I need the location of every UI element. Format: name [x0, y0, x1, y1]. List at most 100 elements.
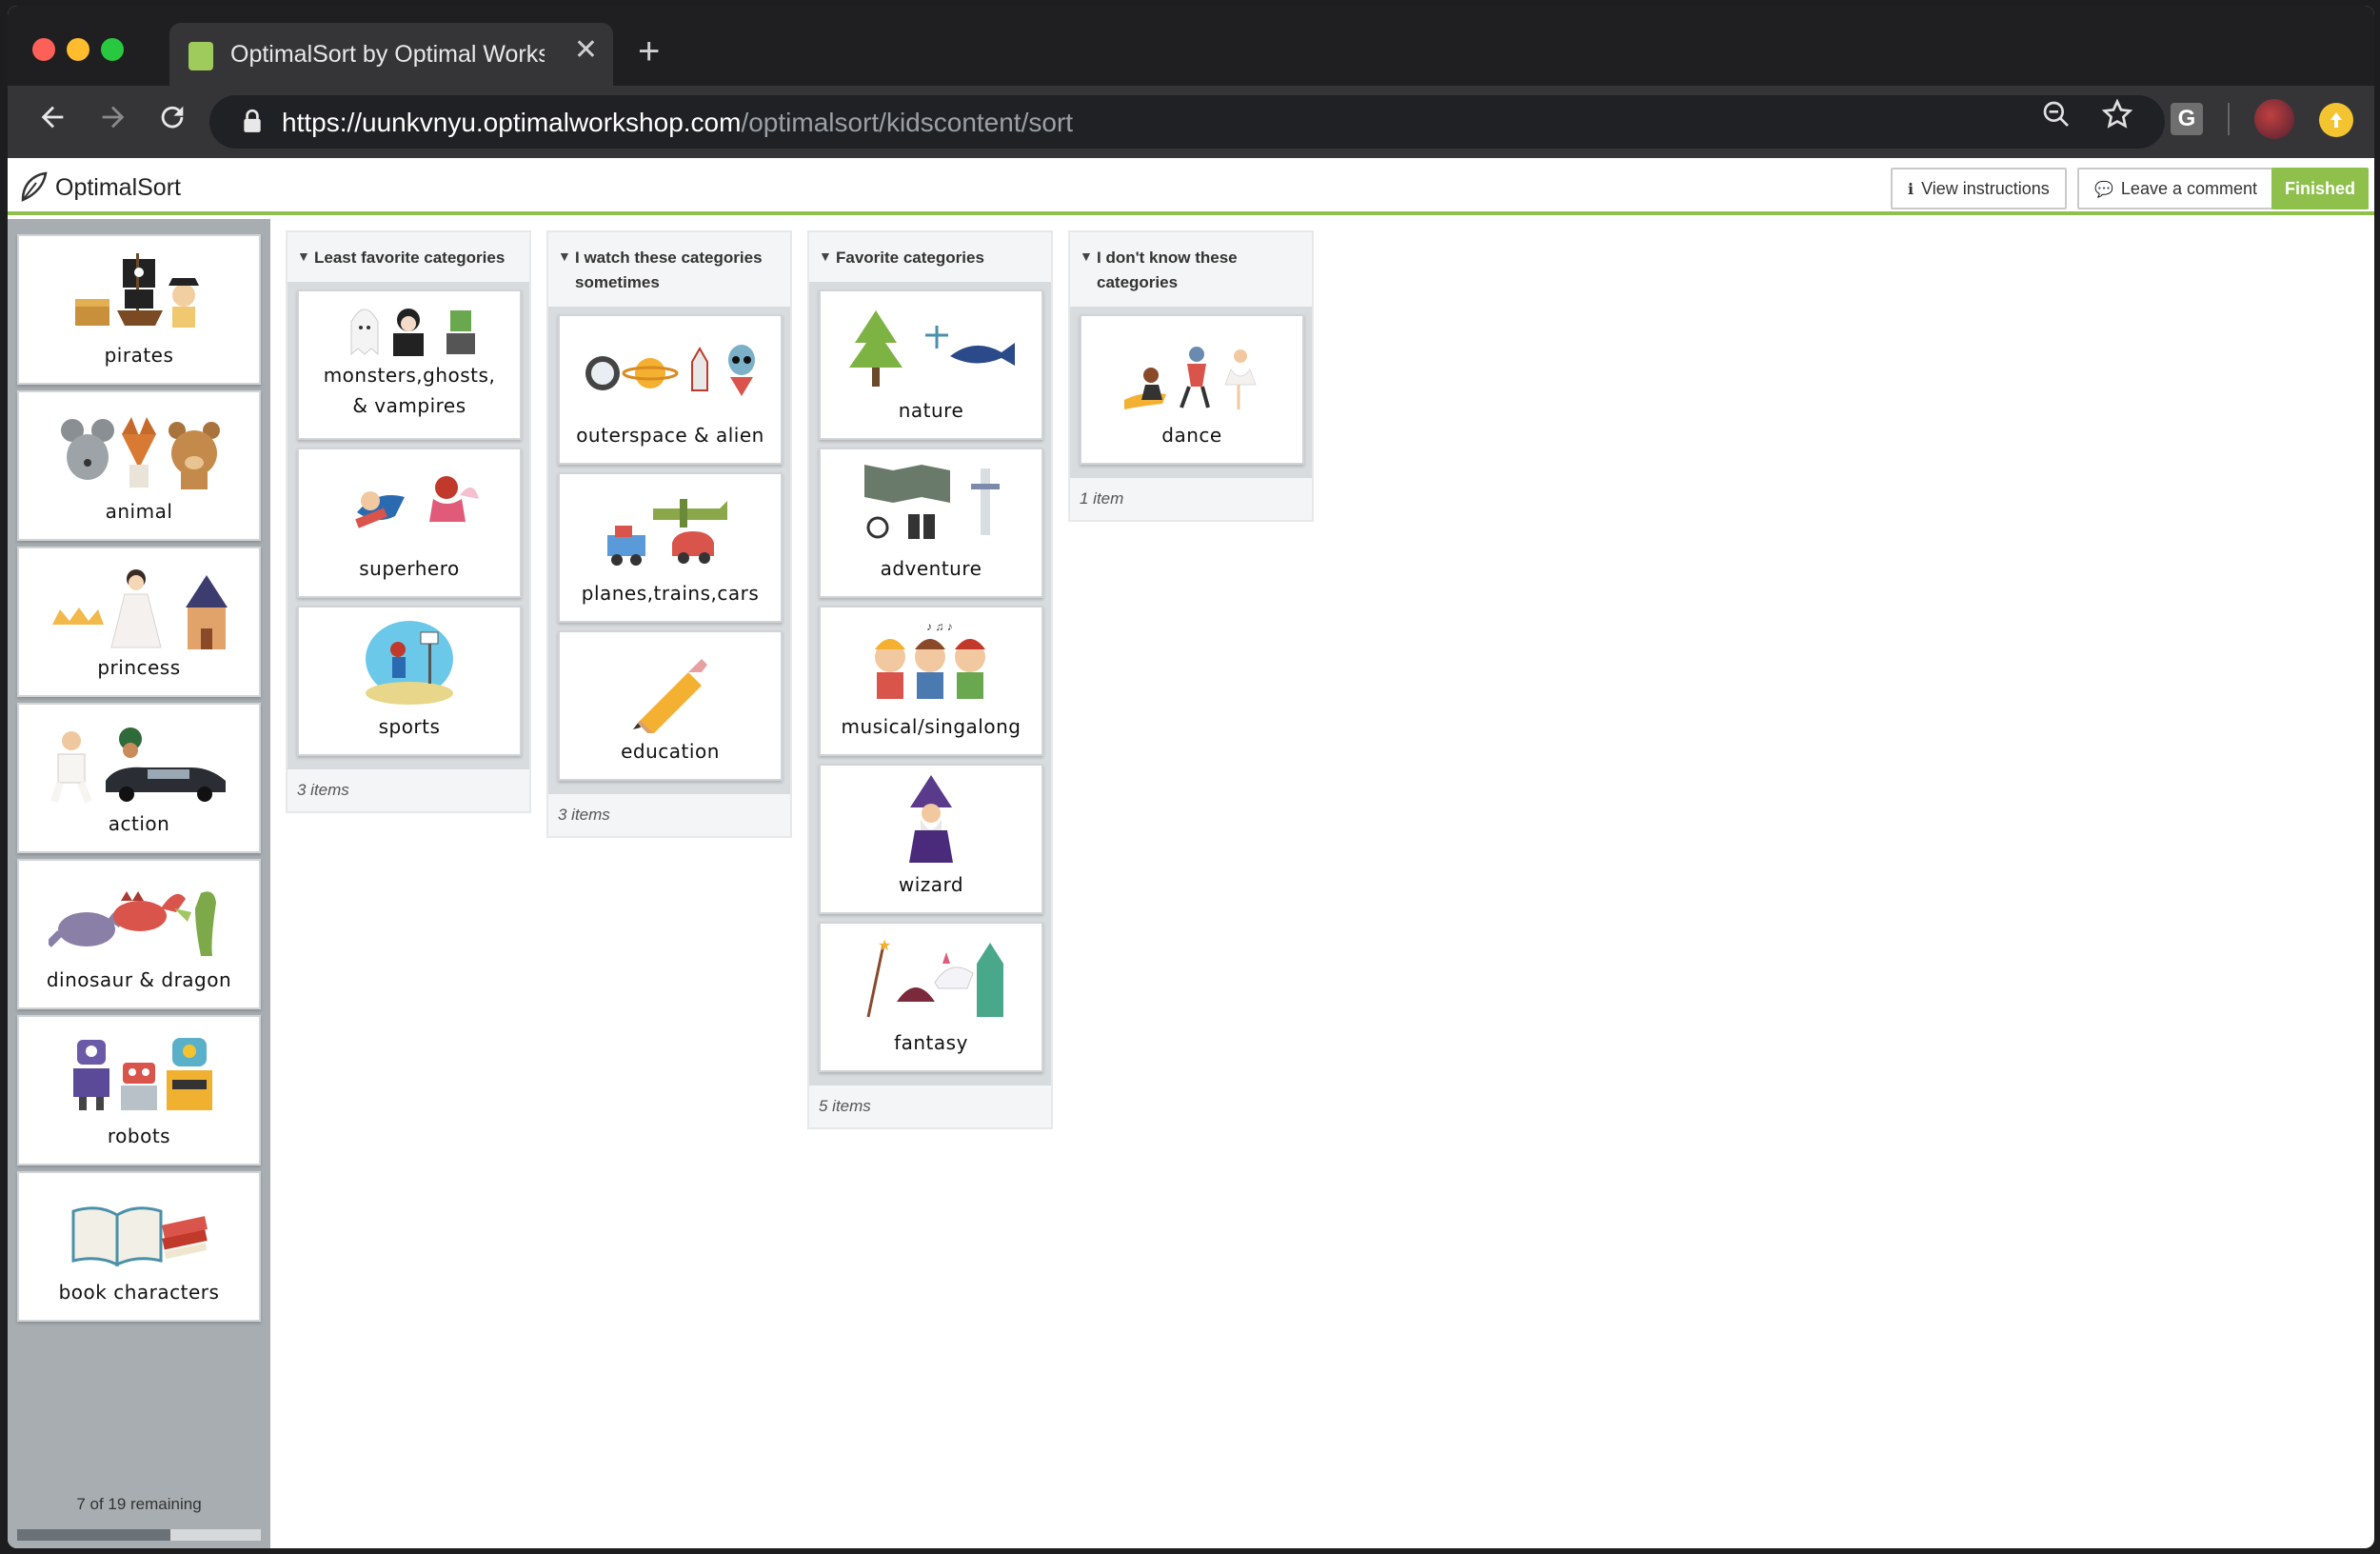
card-pirates[interactable]: pirates [17, 234, 261, 385]
new-tab-button[interactable]: + [638, 32, 660, 70]
category-least-favorite[interactable]: ▼ Least favorite categories monsters,gho… [286, 230, 531, 813]
app-header: OptimalSort ℹ View instructions 💬 Leave a … [8, 158, 2374, 215]
progress-bar [17, 1529, 261, 1541]
card-monsters-ghosts-vampires[interactable]: monsters,ghosts, & vampires [297, 289, 522, 440]
card-adventure[interactable]: adventure [819, 448, 1043, 598]
card-label: dinosaur & dragon [46, 968, 232, 991]
card-dinosaur-dragon[interactable]: dinosaur & dragon [17, 859, 261, 1009]
dinosaur-dragon-illustration [49, 891, 216, 956]
svg-text:♪ ♫ ♪: ♪ ♫ ♪ [926, 620, 953, 633]
dance-illustration [1124, 347, 1257, 409]
tab-title: OptimalSort by Optimal Worksh [230, 41, 545, 68]
caret-down-icon[interactable]: ▼ [558, 244, 571, 269]
fantasy-illustration: ★ [866, 938, 1003, 1018]
card-superhero[interactable]: superhero [297, 448, 522, 598]
animal-illustration [61, 417, 220, 489]
card-wizard[interactable]: wizard [819, 764, 1043, 914]
favicon-icon [188, 42, 213, 70]
category-header[interactable]: ▼ I don't know these categories [1070, 232, 1312, 307]
bookmark-star-icon[interactable] [2101, 98, 2133, 135]
close-window-button[interactable] [32, 38, 55, 61]
card-label-line2: & vampires [352, 394, 466, 417]
forward-arrow-icon[interactable] [97, 101, 129, 139]
category-title: I watch these categories sometimes [575, 249, 763, 291]
category-item-count: 3 items [548, 794, 790, 836]
card-book-characters[interactable]: book characters [17, 1171, 261, 1322]
category-item-count: 1 item [1070, 478, 1312, 520]
toolbar-divider [2228, 103, 2230, 135]
nature-illustration [849, 310, 1015, 387]
card-action[interactable]: action [17, 703, 261, 853]
svg-text:★: ★ [878, 938, 891, 954]
minimize-window-button[interactable] [67, 38, 89, 61]
card-label: robots [107, 1125, 171, 1147]
card-label: outerspace & alien [576, 424, 764, 447]
card-nature[interactable]: nature [819, 289, 1043, 440]
card-label: fantasy [894, 1031, 968, 1054]
card-label: princess [97, 656, 181, 679]
card-label: monsters,ghosts, [323, 364, 496, 387]
card-outerspace-alien[interactable]: outerspace & alien [558, 314, 783, 465]
category-header[interactable]: ▼ I watch these categories sometimes [548, 232, 790, 307]
profile-avatar[interactable] [2254, 99, 2294, 139]
category-item-count: 5 items [809, 1086, 1051, 1127]
comment-icon: 💬 [2094, 182, 2113, 198]
card-label: planes,trains,cars [581, 582, 760, 605]
book-characters-illustration [71, 1206, 208, 1267]
card-education[interactable]: education [558, 630, 783, 781]
category-title: Favorite categories [836, 249, 984, 267]
category-cards: dance [1070, 307, 1312, 478]
extension-icon[interactable] [2319, 103, 2353, 137]
category-cards: outerspace & alien planes,trains,cars ed… [548, 307, 790, 794]
address-bar[interactable]: https://uunkvnyu.optimalworkshop.com/opt… [209, 95, 2165, 149]
maximize-window-button[interactable] [101, 38, 124, 61]
card-label: dance [1161, 424, 1222, 447]
card-animal[interactable]: animal [17, 390, 261, 541]
card-label: wizard [898, 873, 964, 896]
zoom-icon[interactable] [2041, 99, 2072, 135]
category-cards: monsters,ghosts, & vampires superhero sp… [288, 282, 529, 769]
card-musical-singalong[interactable]: ♪ ♫ ♪ musical/singalong [819, 606, 1043, 756]
category-favorite[interactable]: ▼ Favorite categories nature adventure ♪… [807, 230, 1053, 1129]
tab-strip: OptimalSort by Optimal Worksh ✕ + [8, 6, 2374, 86]
logo-text: OptimalSort [55, 174, 181, 201]
outerspace-alien-illustration [585, 345, 755, 396]
browser-tab[interactable]: OptimalSort by Optimal Worksh ✕ [169, 23, 613, 86]
pencil-illustration [633, 659, 707, 733]
category-header[interactable]: ▼ Favorite categories [809, 232, 1051, 282]
category-item-count: 3 items [288, 769, 529, 811]
robots-illustration [73, 1038, 212, 1110]
planes-trains-cars-illustration [607, 499, 727, 566]
caret-down-icon[interactable]: ▼ [297, 244, 310, 269]
musical-singalong-illustration: ♪ ♫ ♪ [875, 620, 985, 699]
card-fantasy[interactable]: ★ fantasy [819, 922, 1043, 1072]
tab-close-icon[interactable]: ✕ [574, 36, 598, 65]
category-header[interactable]: ▼ Least favorite categories [288, 232, 529, 282]
url-path: /optimalsort/kidscontent/sort [741, 108, 1074, 137]
card-sports[interactable]: sports [297, 606, 522, 756]
card-robots[interactable]: robots [17, 1015, 261, 1166]
url-text: https://uunkvnyu.optimalworkshop.com/opt… [282, 108, 1073, 138]
caret-down-icon[interactable]: ▼ [1080, 244, 1093, 269]
card-label: education [621, 740, 720, 763]
category-watch-sometimes[interactable]: ▼ I watch these categories sometimes out… [546, 230, 792, 838]
sports-illustration [366, 621, 453, 705]
caret-down-icon[interactable]: ▼ [819, 244, 832, 269]
category-title: Least favorite categories [314, 249, 506, 267]
category-title: I don't know these categories [1097, 249, 1238, 291]
card-princess[interactable]: princess [17, 547, 261, 697]
category-dont-know[interactable]: ▼ I don't know these categories dance 1 … [1068, 230, 1314, 522]
princess-illustration [52, 569, 228, 649]
url-host: https://uunkvnyu.optimalworkshop.com [282, 108, 742, 137]
action-illustration [50, 727, 226, 804]
grammarly-extension-icon[interactable]: G [2171, 103, 2203, 135]
card-dance[interactable]: dance [1080, 314, 1304, 465]
leave-comment-button[interactable]: 💬 Leave a comment [2077, 168, 2274, 209]
back-arrow-icon[interactable] [36, 101, 69, 139]
monsters-illustration [350, 309, 475, 356]
reload-icon[interactable] [156, 101, 188, 139]
view-instructions-button[interactable]: ℹ View instructions [1891, 168, 2067, 209]
card-planes-trains-cars[interactable]: planes,trains,cars [558, 472, 783, 623]
finished-button[interactable]: Finished [2271, 168, 2369, 209]
wizard-illustration [909, 775, 953, 863]
